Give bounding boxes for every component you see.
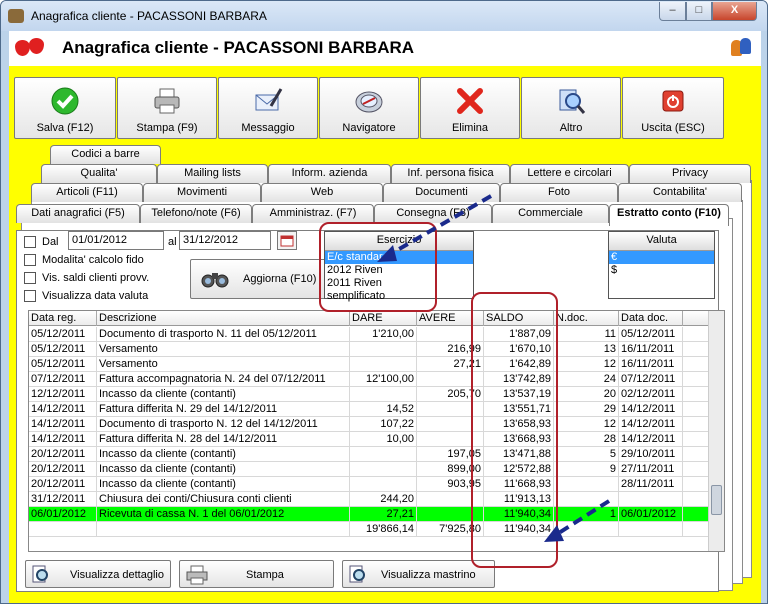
app-icon xyxy=(8,9,24,23)
annotation-arrowhead-icon xyxy=(377,245,397,262)
close-button[interactable]: X xyxy=(712,2,757,21)
maximize-button[interactable]: □ xyxy=(686,2,712,21)
minimize-button[interactable]: – xyxy=(659,2,686,21)
title-bar[interactable]: Anagrafica cliente - PACASSONI BARBARA –… xyxy=(1,1,767,31)
window-title: Anagrafica cliente - PACASSONI BARBARA xyxy=(31,9,267,23)
annotation-arrow-icon xyxy=(552,499,611,538)
application-window: Anagrafica cliente - PACASSONI BARBARA –… xyxy=(0,0,768,604)
client-area: Anagrafica cliente - PACASSONI BARBARA S… xyxy=(9,31,761,603)
annotation-arrows xyxy=(377,194,611,542)
annotation-arrow-icon xyxy=(386,194,492,258)
